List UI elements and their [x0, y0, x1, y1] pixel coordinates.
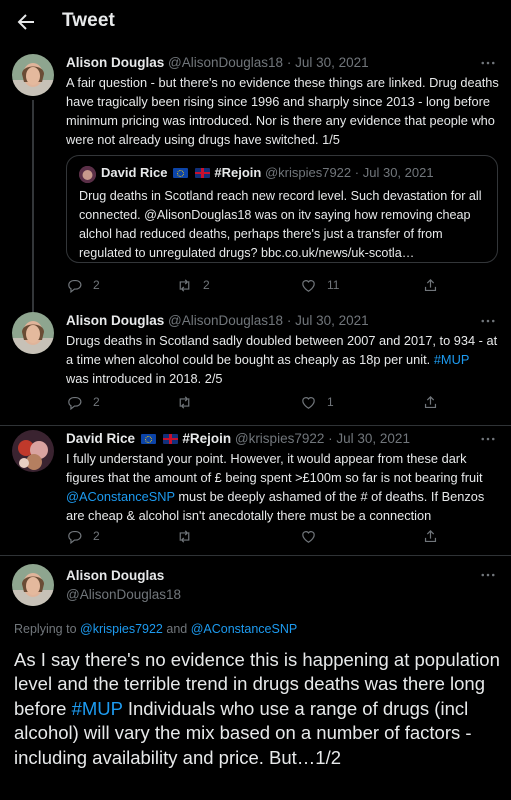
author-handle[interactable]: @AlisonDouglas18	[168, 313, 283, 328]
main-tweet-author: Alison Douglas	[66, 567, 164, 585]
avatar[interactable]	[12, 564, 54, 606]
tweet-date[interactable]: Jul 30, 2021	[295, 313, 369, 328]
thread-line	[32, 100, 34, 306]
quoted-tweet[interactable]: David Rice #Rejoin @krispies7922 · Jul 3…	[66, 155, 498, 263]
share-button[interactable]	[422, 392, 439, 412]
tweet-header: Alison Douglas @AlisonDouglas18 · Jul 30…	[66, 312, 369, 330]
replying-prefix: Replying to	[14, 622, 81, 636]
replying-and: and	[162, 622, 191, 636]
tweet-header: David Rice #Rejoin @krispies7922 · Jul 3…	[66, 430, 410, 448]
tweet-text: A fair question - but there's no evidenc…	[66, 75, 499, 147]
reply-count: 2	[93, 395, 100, 409]
share-icon	[424, 529, 437, 542]
author-handle[interactable]: @krispies7922	[235, 431, 325, 446]
avatar	[79, 166, 96, 183]
like-button[interactable]: 11	[300, 275, 339, 295]
tweet-text-part: was introduced in 2018. 2/5	[66, 371, 223, 386]
tweet-text-part: Drugs deaths in Scotland sadly doubled b…	[66, 333, 498, 367]
reply-icon	[68, 530, 82, 544]
retweet-icon	[179, 395, 190, 409]
reply-count: 2	[93, 278, 100, 292]
top-bar: Tweet	[0, 0, 511, 44]
reply-button[interactable]: 2	[66, 392, 100, 412]
like-button[interactable]: 1	[300, 392, 334, 412]
reply-icon	[68, 279, 82, 293]
reply-button[interactable]: 2	[66, 526, 100, 546]
tweet-actions: 2 2 11	[66, 275, 486, 295]
retweet-count: 2	[203, 278, 210, 292]
tweet-text: I fully understand your point. However, …	[66, 449, 499, 525]
author-name[interactable]: Alison Douglas	[66, 313, 164, 328]
author-name-hashtag[interactable]: #Rejoin	[182, 431, 231, 446]
heart-icon	[302, 279, 315, 292]
replying-to: Replying to @krispies7922 and @AConstanc…	[14, 622, 297, 636]
author-name[interactable]: David Rice	[66, 431, 135, 446]
quoted-tweet-text: Drug deaths in Scotland reach new record…	[79, 189, 482, 260]
author-handle: @krispies7922	[264, 165, 352, 180]
uk-flag-icon	[162, 434, 178, 444]
avatar[interactable]	[12, 430, 54, 472]
dot-separator: ·	[328, 431, 333, 446]
quoted-tweet-header: David Rice #Rejoin @krispies7922 · Jul 3…	[101, 165, 434, 180]
share-icon	[424, 278, 437, 291]
more-options-icon[interactable]	[479, 312, 497, 330]
tweet-text-part: I fully understand your point. However, …	[66, 451, 483, 485]
tweet-3[interactable]: David Rice #Rejoin @krispies7922 · Jul 3…	[0, 426, 511, 556]
uk-flag-icon	[194, 168, 210, 178]
author-handle[interactable]: @AlisonDouglas18	[66, 586, 181, 604]
more-options-icon[interactable]	[479, 54, 497, 72]
reply-icon	[68, 396, 82, 410]
author-name: David Rice	[101, 165, 168, 180]
tweet-text: Drugs deaths in Scotland sadly doubled b…	[66, 331, 499, 388]
tweet-date[interactable]: Jul 30, 2021	[336, 431, 410, 446]
retweet-icon	[179, 278, 190, 292]
more-options-icon[interactable]	[479, 566, 497, 584]
author-name[interactable]: Alison Douglas	[66, 55, 164, 70]
like-count: 1	[327, 395, 334, 409]
hashtag-link[interactable]: #MUP	[72, 698, 123, 719]
tweet-header: Alison Douglas @AlisonDouglas18 · Jul 30…	[66, 54, 369, 72]
tweet-2[interactable]: Alison Douglas @AlisonDouglas18 · Jul 30…	[0, 306, 511, 426]
arrow-left-icon[interactable]	[14, 10, 38, 34]
retweet-button[interactable]	[176, 526, 193, 546]
share-button[interactable]	[422, 526, 439, 546]
tweet-date: Jul 30, 2021	[362, 165, 434, 180]
mention-link[interactable]: @krispies7922	[80, 622, 163, 636]
author-name[interactable]: Alison Douglas	[66, 568, 164, 583]
mention-link[interactable]: @AConstanceSNP	[191, 622, 298, 636]
reply-button[interactable]: 2	[66, 275, 100, 295]
mention-link[interactable]: @AConstanceSNP	[66, 489, 175, 504]
retweet-button[interactable]	[176, 392, 203, 412]
heart-icon	[302, 530, 315, 543]
author-handle[interactable]: @AlisonDouglas18	[168, 55, 283, 70]
dot-separator: ·	[286, 313, 292, 328]
tweet-date[interactable]: Jul 30, 2021	[295, 55, 369, 70]
retweet-icon	[179, 529, 190, 543]
dot-separator: ·	[354, 165, 360, 180]
hashtag-link[interactable]: #MUP	[434, 352, 470, 367]
heart-icon	[302, 396, 315, 409]
share-button[interactable]	[422, 275, 439, 295]
tweet-actions: 2	[66, 526, 486, 546]
retweet-button[interactable]: 2	[176, 275, 210, 295]
like-button[interactable]	[300, 526, 317, 546]
avatar[interactable]	[12, 312, 54, 354]
share-icon	[424, 395, 437, 408]
main-tweet-text: As I say there's no evidence this is hap…	[14, 648, 502, 770]
more-options-icon[interactable]	[479, 430, 497, 448]
tweet-1[interactable]: Alison Douglas @AlisonDouglas18 · Jul 30…	[0, 44, 511, 306]
page-title: Tweet	[62, 10, 115, 31]
like-count: 11	[327, 278, 340, 292]
eu-flag-icon	[173, 168, 189, 178]
dot-separator: ·	[286, 55, 292, 70]
author-name-hashtag: #Rejoin	[214, 165, 262, 180]
reply-count: 2	[93, 529, 100, 543]
avatar[interactable]	[12, 54, 54, 96]
eu-flag-icon	[140, 434, 156, 444]
tweet-actions: 2 1	[66, 392, 486, 412]
